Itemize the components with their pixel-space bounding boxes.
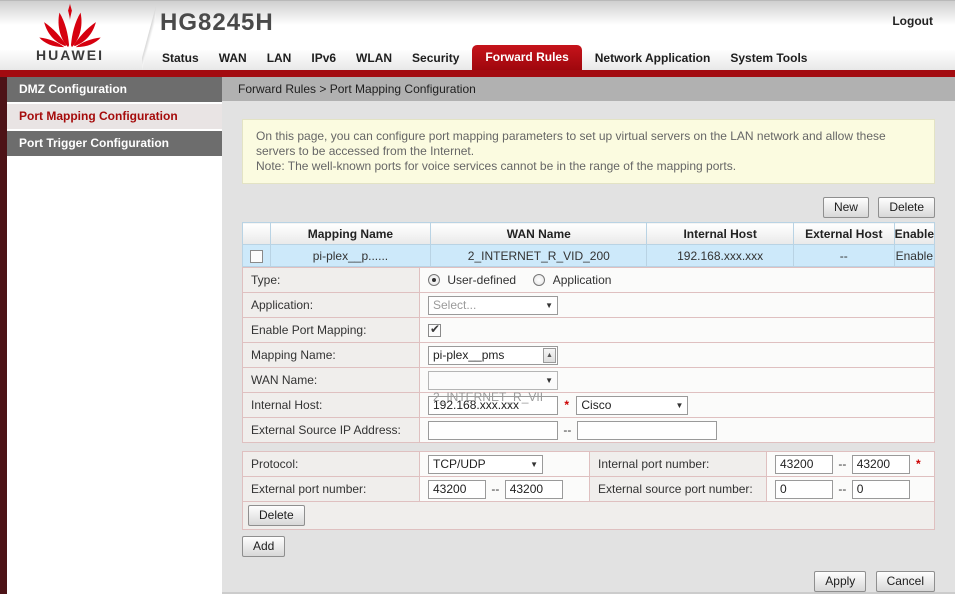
enable-port-mapping-checkbox[interactable] <box>428 324 441 337</box>
huawei-logo: HUAWEI <box>0 1 140 70</box>
application-radio[interactable] <box>533 274 545 286</box>
external-source-ip-from-input[interactable] <box>428 421 558 440</box>
external-port-from-input[interactable] <box>428 480 486 499</box>
tab-ipv6[interactable]: IPv6 <box>301 47 346 70</box>
col-external-host: External Host <box>793 223 894 245</box>
internal-host-label: Internal Host: <box>243 393 420 418</box>
input-spinner-icon[interactable]: ▲ <box>543 348 556 363</box>
col-internal-host: Internal Host <box>647 223 794 245</box>
application-label: Application: <box>243 293 420 318</box>
tab-lan[interactable]: LAN <box>257 47 302 70</box>
user-defined-radio[interactable] <box>428 274 440 286</box>
internal-port-to-input[interactable] <box>852 455 910 474</box>
col-mapping-name: Mapping Name <box>270 223 431 245</box>
cell-wan-name: 2_INTERNET_R_VID_200 <box>431 245 647 267</box>
application-select[interactable]: ▼ Select... <box>428 296 558 315</box>
external-source-port-from-input[interactable] <box>775 480 833 499</box>
tab-status[interactable]: Status <box>152 47 209 70</box>
mapping-name-label: Mapping Name: <box>243 343 420 368</box>
sidebar-item-dmz-configuration[interactable]: DMZ Configuration <box>7 77 222 102</box>
table-row: pi-plex__p...... 2_INTERNET_R_VID_200 19… <box>243 245 935 267</box>
port-mapping-table: Mapping Name WAN Name Internal Host Exte… <box>242 222 935 267</box>
cancel-button[interactable]: Cancel <box>876 571 935 592</box>
wan-name-label: WAN Name: <box>243 368 420 393</box>
mapping-name-input[interactable] <box>428 346 558 365</box>
logout-button[interactable]: Logout <box>892 14 933 28</box>
sidebar-item-port-mapping-configuration[interactable]: Port Mapping Configuration <box>7 104 222 129</box>
mapping-detail-form: Type: User-defined Application Applicati… <box>242 267 935 443</box>
sidebar-item-port-trigger-configuration[interactable]: Port Trigger Configuration <box>7 131 222 156</box>
sidebar: DMZ Configuration Port Mapping Configura… <box>0 77 222 594</box>
required-marker: * <box>564 398 569 412</box>
delete-button-top[interactable]: Delete <box>878 197 935 218</box>
delete-entry-button[interactable]: Delete <box>248 505 305 526</box>
brand-name: HUAWEI <box>0 47 140 63</box>
chevron-down-icon: ▼ <box>545 297 553 314</box>
device-model-title: HG8245H <box>160 9 274 37</box>
protocol-label: Protocol: <box>243 452 420 477</box>
cell-external-host: -- <box>793 245 894 267</box>
required-marker: * <box>916 457 921 471</box>
tab-network-application[interactable]: Network Application <box>585 47 721 70</box>
protocol-select[interactable]: ▼ TCP/UDP <box>428 455 543 474</box>
chevron-down-icon: ▼ <box>675 397 683 414</box>
external-port-to-input[interactable] <box>505 480 563 499</box>
application-radio-label: Application <box>553 273 612 287</box>
new-button[interactable]: New <box>823 197 869 218</box>
tab-wan[interactable]: WAN <box>209 47 257 70</box>
select-column-header <box>243 223 271 245</box>
tab-wlan[interactable]: WLAN <box>346 47 402 70</box>
external-source-port-label: External source port number: <box>590 477 767 502</box>
table-header-row: Mapping Name WAN Name Internal Host Exte… <box>243 223 935 245</box>
router-admin-page: HUAWEI HG8245H Logout Status WAN LAN IPv… <box>0 0 955 594</box>
type-label: Type: <box>243 268 420 293</box>
add-button[interactable]: Add <box>242 536 285 557</box>
col-enable: Enable <box>894 223 934 245</box>
external-source-port-to-input[interactable] <box>852 480 910 499</box>
internal-port-from-input[interactable] <box>775 455 833 474</box>
user-defined-radio-label: User-defined <box>447 273 516 287</box>
col-wan-name: WAN Name <box>431 223 647 245</box>
main-nav: Status WAN LAN IPv6 WLAN Security Forwar… <box>152 45 817 70</box>
cell-internal-host: 192.168.xxx.xxx <box>647 245 794 267</box>
chevron-down-icon: ▼ <box>545 372 553 389</box>
info-note: On this page, you can configure port map… <box>242 119 935 184</box>
internal-port-label: Internal port number: <box>590 452 767 477</box>
range-separator: -- <box>563 423 571 437</box>
note-line-1: On this page, you can configure port map… <box>256 129 921 159</box>
enable-port-mapping-label: Enable Port Mapping: <box>243 318 420 343</box>
header: HUAWEI HG8245H Logout Status WAN LAN IPv… <box>0 1 955 70</box>
accent-bar <box>0 70 955 77</box>
chevron-down-icon: ▼ <box>530 456 538 473</box>
port-number-form: Protocol: ▼ TCP/UDP Internal port number… <box>242 451 935 530</box>
row-checkbox[interactable] <box>250 250 263 263</box>
apply-button[interactable]: Apply <box>814 571 866 592</box>
wan-name-select[interactable]: ▼ 2_INTERNET_R_VII <box>428 371 558 390</box>
external-port-label: External port number: <box>243 477 420 502</box>
external-source-ip-label: External Source IP Address: <box>243 418 420 443</box>
tab-system-tools[interactable]: System Tools <box>720 47 817 70</box>
breadcrumb: Forward Rules > Port Mapping Configurati… <box>222 77 955 101</box>
tab-security[interactable]: Security <box>402 47 469 70</box>
tab-forward-rules[interactable]: Forward Rules <box>472 45 581 70</box>
row-select-cell <box>243 245 271 267</box>
cell-mapping-name: pi-plex__p...... <box>270 245 431 267</box>
note-line-2: Note: The well-known ports for voice ser… <box>256 159 921 174</box>
huawei-flower-icon <box>39 3 101 49</box>
content-area: Forward Rules > Port Mapping Configurati… <box>222 77 955 594</box>
internal-host-device-select[interactable]: ▼ Cisco <box>576 396 688 415</box>
cell-enable-status: Enable <box>894 245 934 267</box>
external-source-ip-to-input[interactable] <box>577 421 717 440</box>
